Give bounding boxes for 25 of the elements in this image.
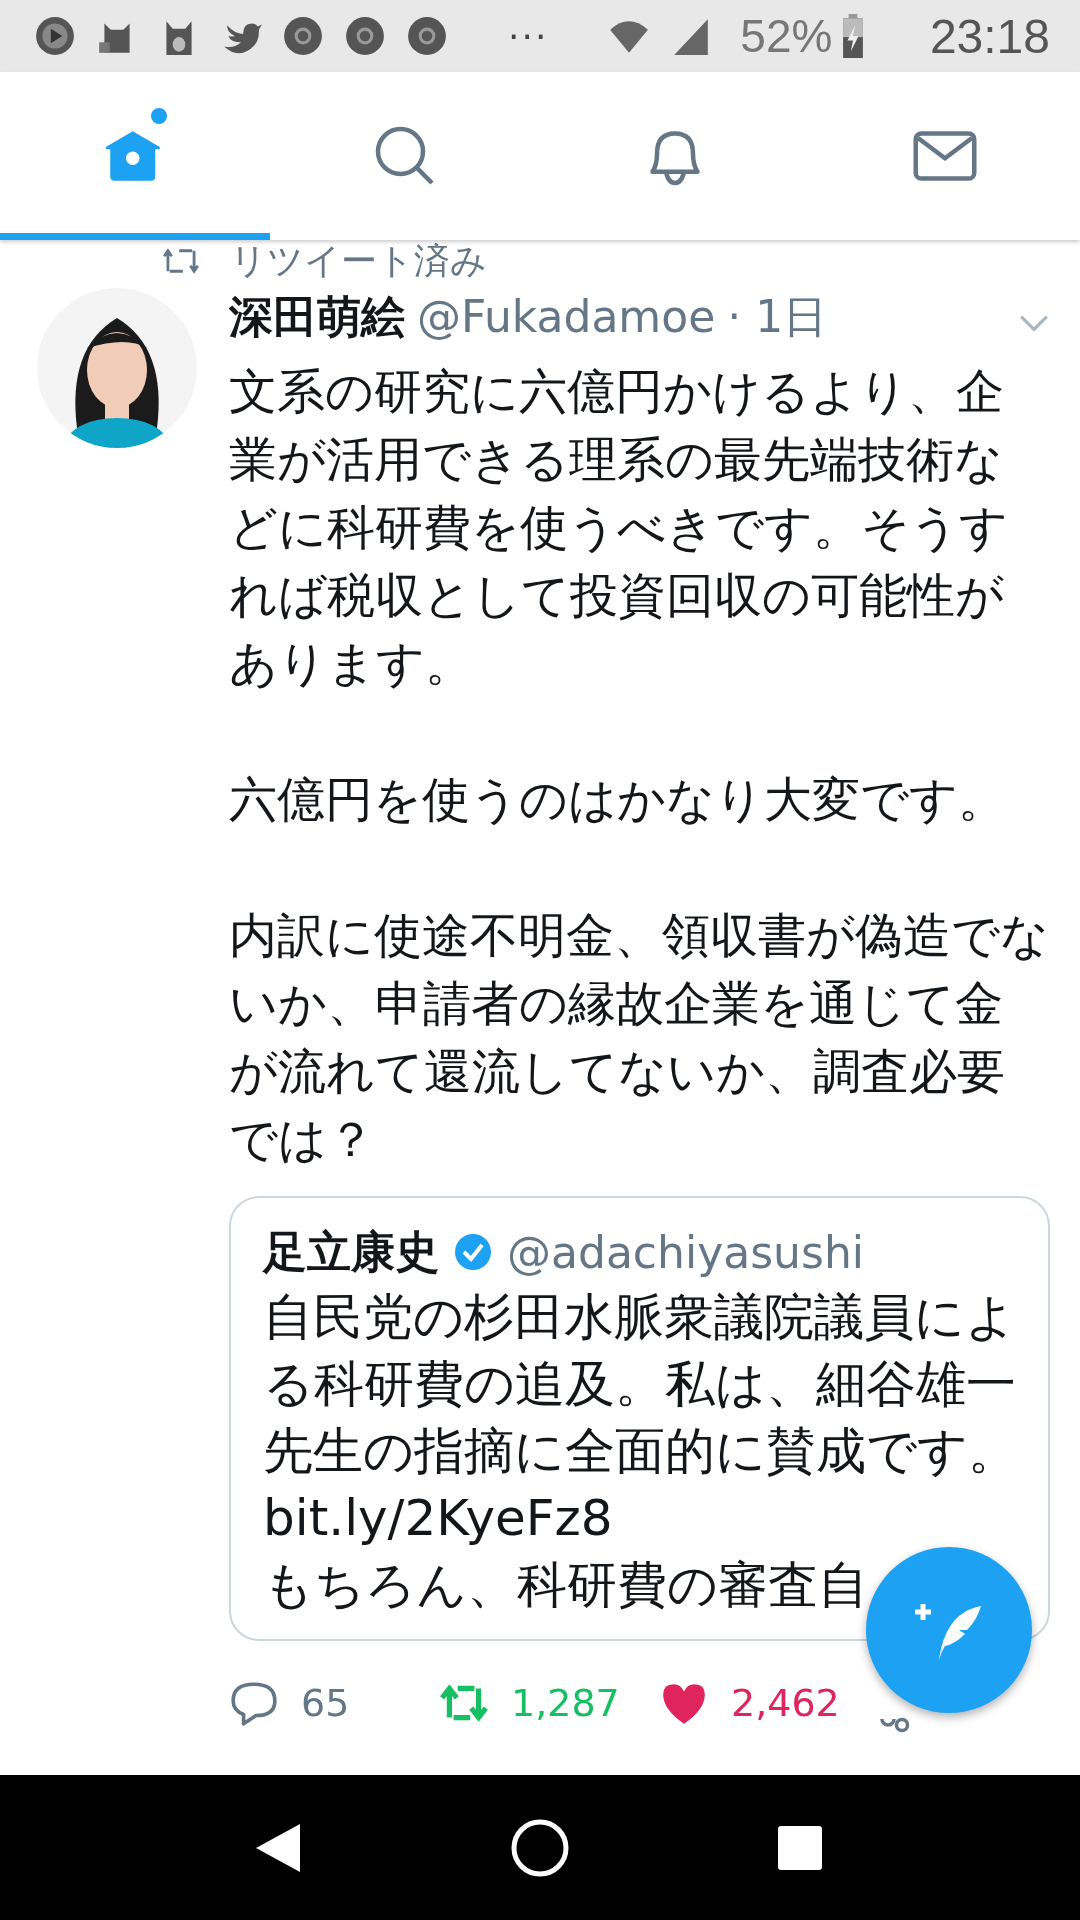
tweet-text: 六億円を使うのはかなり大変です。	[229, 771, 1007, 829]
battery-percent: 52%	[740, 9, 833, 63]
tweet-text: 文系の研究に六億円かけるより、企業が活用できる理系の最先端技術などに科研費を使うべきです。そうすれば税収として投資回収の可能性があります。	[229, 363, 1009, 693]
battery-icon	[842, 14, 865, 58]
share-icon[interactable]	[879, 1717, 910, 1733]
quoted-author-name: 足立康史	[263, 1224, 439, 1279]
clock: 23:18	[929, 8, 1050, 64]
reply-button[interactable]: 65	[229, 1678, 439, 1728]
browser-icon	[406, 15, 448, 57]
tweet-time: · 1日	[727, 290, 828, 344]
retweet-button[interactable]: 1,287	[439, 1678, 659, 1728]
browser-icon	[282, 15, 324, 57]
retweeted-label: リツイート済み	[230, 240, 487, 282]
home-button-icon[interactable]	[510, 1817, 570, 1878]
browser-icon	[344, 15, 386, 57]
overflow-indicator: ···	[508, 15, 549, 57]
author-handle: @Fukadamoe	[417, 291, 716, 342]
quoted-tweet-text: もちろん、科研費の審査自	[263, 1555, 869, 1616]
author-name: 深田萌絵	[229, 290, 405, 344]
quoted-author-handle: @adachiyasushi	[507, 1226, 864, 1278]
quoted-tweet-text: 自民党の杉田水脈衆議院議員による科研費の追及。私は、細谷雄一先生の指摘に全面的に賛成です。bit.ly/2KyeFz8	[263, 1287, 1018, 1549]
like-button[interactable]: 2,462	[659, 1678, 840, 1728]
play-icon	[34, 15, 76, 57]
retweet-icon	[162, 247, 200, 275]
tweet-text: 内訳に使途不明金、領収書が偽造でないか、申請者の縁故企業を通じて金が流れて還流してないか、調査必要では？	[229, 907, 1050, 1169]
